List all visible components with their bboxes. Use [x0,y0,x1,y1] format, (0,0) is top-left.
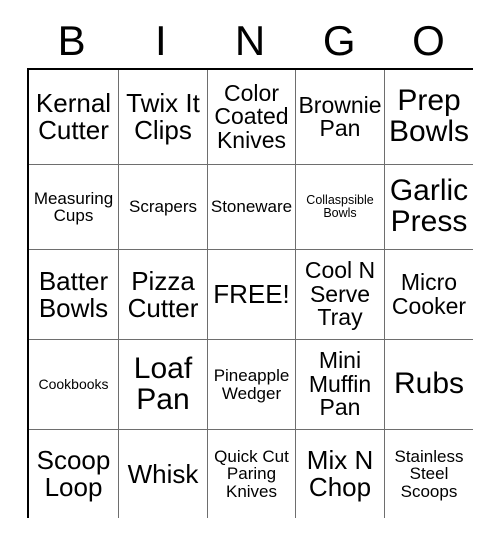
bingo-square[interactable]: Mix N Chop [296,430,385,518]
bingo-square[interactable]: Micro Cooker [385,250,473,340]
bingo-header-letter-b: B [57,17,86,64]
bingo-square[interactable]: Loaf Pan [119,340,208,430]
bingo-square[interactable]: Collaspsible Bowls [296,165,385,250]
bingo-square[interactable]: Scoop Loop [29,430,119,518]
bingo-square[interactable]: Batter Bowls [29,250,119,340]
bingo-square[interactable]: Whisk [119,430,208,518]
bingo-square[interactable]: Stainless Steel Scoops [385,430,473,518]
bingo-square-label: Quick Cut Paring Knives [214,447,289,501]
bingo-square-label: Cool N Serve Tray [304,257,376,331]
bingo-square[interactable]: Kernal Cutter [29,70,119,165]
bingo-square-label: Whisk [127,458,199,489]
bingo-square-label: Batter Bowls [38,265,109,323]
bingo-square-label: Mini Muffin Pan [308,347,372,421]
bingo-square[interactable]: Cookbooks [29,340,119,430]
bingo-card: B I N G O Kernal Cutter Twix It Clips Co… [0,0,500,544]
bingo-square-label: Pineapple Wedger [213,366,290,403]
bingo-square-label: FREE! [213,279,290,310]
bingo-square-label: Scoop Loop [36,445,111,502]
bingo-square-label: Prep Bowls [388,84,470,148]
bingo-square-label: Pizza Cutter [127,265,199,323]
bingo-square-label: Stainless Steel Scoops [394,447,464,501]
bingo-square-label: Kernal Cutter [35,88,112,145]
bingo-square-label: Collaspsible Bowls [306,193,374,220]
bingo-square-label: Color Coated Knives [214,79,289,153]
bingo-square-label: Micro Cooker [391,269,467,319]
bingo-square-label: Scrapers [128,197,198,217]
bingo-grid: Kernal Cutter Twix It Clips Color Coated… [27,68,473,518]
bingo-square[interactable]: Mini Muffin Pan [296,340,385,430]
bingo-square-label: Cookbooks [38,376,109,393]
bingo-square[interactable]: Rubs [385,340,473,430]
bingo-square-label: Measuring Cups [33,188,114,225]
bingo-square[interactable]: Twix It Clips [119,70,208,165]
bingo-square[interactable]: Color Coated Knives [208,70,296,165]
bingo-square[interactable]: Quick Cut Paring Knives [208,430,296,518]
bingo-square[interactable]: Pineapple Wedger [208,340,296,430]
bingo-square-free[interactable]: FREE! [208,250,296,340]
bingo-square[interactable]: Pizza Cutter [119,250,208,340]
bingo-square[interactable]: Garlic Press [385,165,473,250]
bingo-square[interactable]: Prep Bowls [385,70,473,165]
bingo-header-letter-i: I [154,17,167,64]
bingo-square[interactable]: Measuring Cups [29,165,119,250]
bingo-header-letter-g: G [322,17,356,64]
bingo-square[interactable]: Brownie Pan [296,70,385,165]
bingo-square-label: Twix It Clips [126,88,200,145]
bingo-square[interactable]: Cool N Serve Tray [296,250,385,340]
bingo-square[interactable]: Scrapers [119,165,208,250]
bingo-header-letter-n: N [234,17,266,64]
bingo-header-letter-o: O [412,17,445,64]
bingo-square-label: Garlic Press [389,174,469,238]
bingo-square-label: Rubs [393,367,465,401]
bingo-square-label: Loaf Pan [133,351,193,416]
bingo-square-label: Stoneware [210,197,293,217]
bingo-square-label: Mix N Chop [306,445,374,502]
bingo-square-label: Brownie Pan [298,91,382,141]
bingo-square[interactable]: Stoneware [208,165,296,250]
bingo-header-row: B I N G O [27,14,473,68]
